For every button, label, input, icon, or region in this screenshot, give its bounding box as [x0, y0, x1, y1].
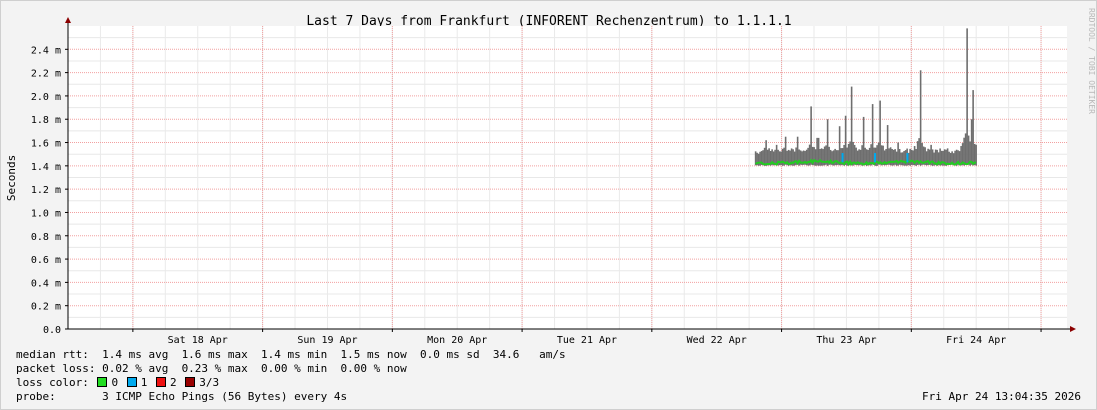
- loss-label-3: 3/3: [199, 376, 220, 389]
- y-tick-label: 1.8 m: [31, 115, 61, 126]
- x-tick-label: Sat 18 Apr: [168, 335, 228, 346]
- loss-swatch-0: [97, 377, 108, 387]
- legend-median-rtt: median rtt: 1.4 ms avg 1.6 ms max 1.4 ms…: [16, 348, 566, 361]
- y-tick-label: 0.6 m: [31, 255, 61, 266]
- y-tick-labels: 0.0 0.2 m 0.4 m 0.6 m 0.8 m 1.0 m 1.2 m 1.4 m 1.…: [31, 45, 61, 336]
- y-axis-arrow: [65, 17, 71, 23]
- y-tick-label: 1.0 m: [31, 208, 61, 219]
- y-tick-label: 1.2 m: [31, 185, 61, 196]
- x-tick-label: Thu 23 Apr: [816, 335, 876, 346]
- y-tick-label: 1.4 m: [31, 162, 61, 173]
- loss-label-2: 2: [169, 376, 177, 389]
- loss-label-1: 1: [140, 376, 148, 389]
- x-axis-arrow: [1070, 326, 1076, 332]
- y-tick-label: 0.2 m: [31, 302, 61, 313]
- y-tick-label: 2.4 m: [31, 45, 61, 56]
- y-tick-label: 2.0 m: [31, 92, 61, 103]
- y-tick-label: 0.0: [43, 325, 61, 336]
- chart: Last 7 Days from Frankfurt (INFORENT Rec…: [5, 8, 1096, 346]
- y-tick-label: 0.8 m: [31, 232, 61, 243]
- watermark: RRDTOOL / TOBI OETIKER: [1087, 8, 1096, 114]
- x-tick-label: Fri 24 Apr: [946, 335, 1006, 346]
- y-tick-label: 0.4 m: [31, 278, 61, 289]
- loss-color-label: loss color:: [16, 376, 89, 389]
- loss-swatch-2: [155, 377, 166, 387]
- legend-packet-loss: packet loss: 0.02 % avg 0.23 % max 0.00 …: [16, 362, 407, 375]
- x-tick-label: Tue 21 Apr: [557, 335, 617, 346]
- y-axis-label: Seconds: [5, 155, 18, 201]
- x-tick-labels: Sat 18 Apr Sun 19 Apr Mon 20 Apr Tue 21 Apr…: [168, 335, 1007, 346]
- loss-swatch-3: [185, 377, 196, 387]
- legend-probe: probe: 3 ICMP Echo Pings (56 Bytes) ever…: [16, 390, 348, 403]
- smokeping-graph: Last 7 Days from Frankfurt (INFORENT Rec…: [0, 0, 1097, 410]
- y-tick-label: 1.6 m: [31, 139, 61, 150]
- x-tick-label: Sun 19 Apr: [297, 335, 357, 346]
- loss-swatch-1: [126, 377, 137, 387]
- x-tick-label: Mon 20 Apr: [427, 335, 487, 346]
- loss-label-0: 0: [111, 376, 119, 389]
- y-tick-label: 2.2 m: [31, 69, 61, 80]
- x-tick-label: Wed 22 Apr: [687, 335, 747, 346]
- legend-loss-color: loss color: 0 1 2 3/3: [16, 376, 219, 390]
- timestamp: Fri Apr 24 13:04:35 2026: [922, 390, 1081, 403]
